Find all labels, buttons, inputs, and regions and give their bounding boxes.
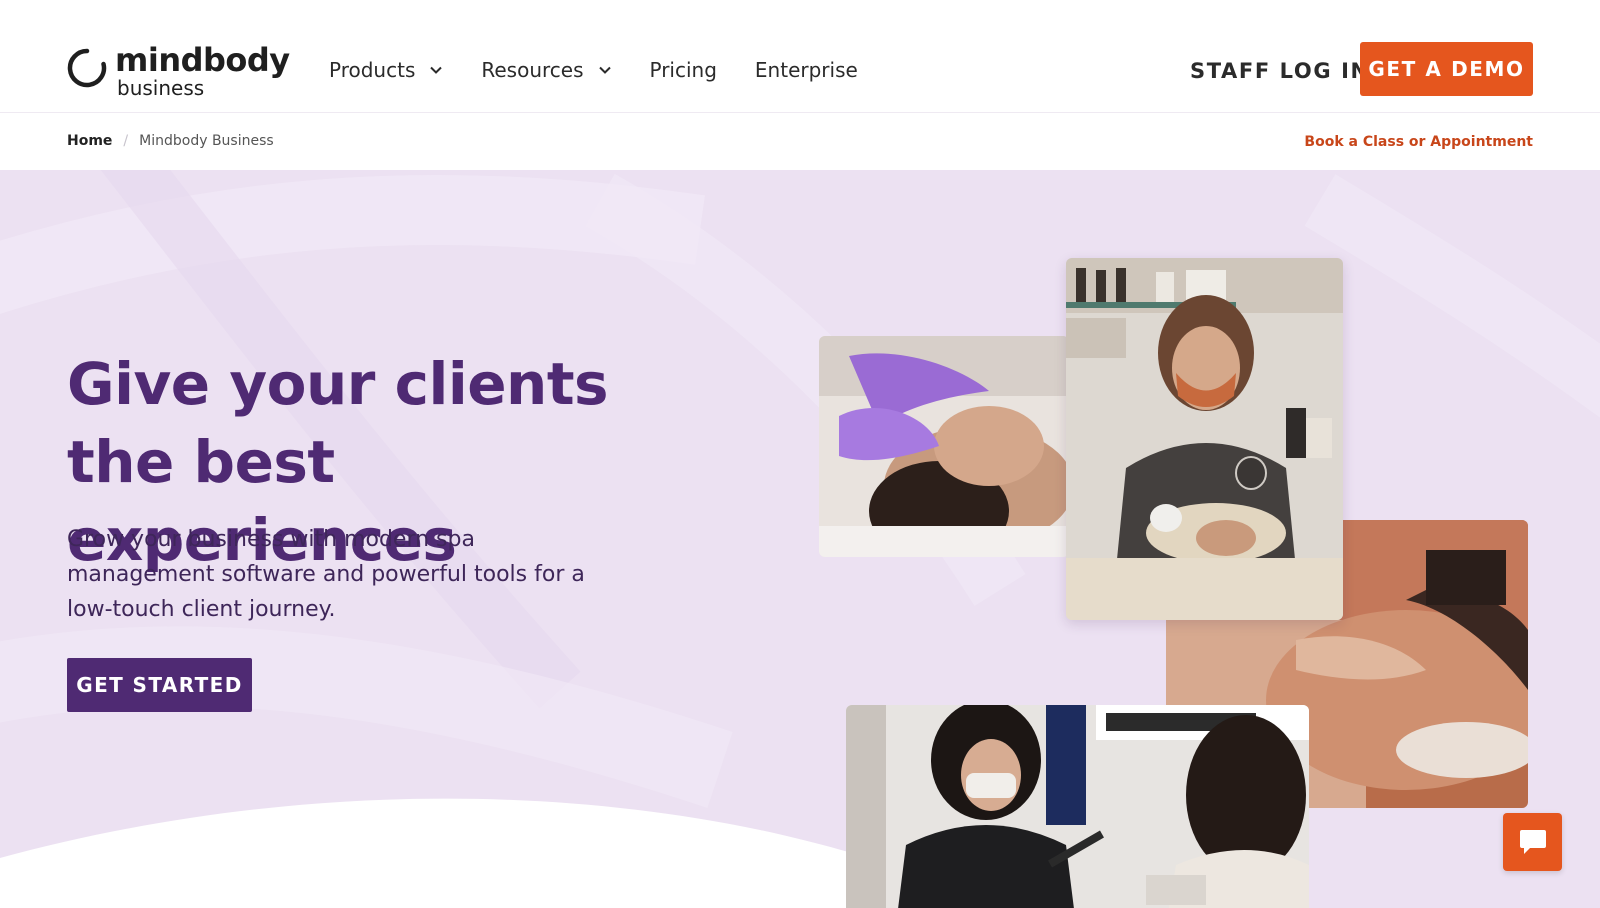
hero-subcopy: Grow your business with modern spa manag…	[67, 527, 585, 622]
logo-ring-icon	[67, 48, 107, 88]
breadcrumb-separator: /	[123, 133, 129, 149]
nav-enterprise-label: Enterprise	[754, 58, 858, 82]
chevron-down-icon	[430, 66, 443, 74]
logo-wordmark: mindbody	[115, 41, 290, 79]
get-started-button[interactable]: GET STARTED	[67, 658, 252, 712]
facial-treatment-photo	[819, 336, 1069, 557]
breadcrumb-bar: Home / Mindbody Business Book a Class or…	[0, 113, 1600, 170]
staff-login-link[interactable]: STAFF LOG IN	[1190, 57, 1370, 85]
site-header: mindbody business Products Resources Pri…	[0, 0, 1600, 113]
chat-bubble-icon	[1519, 830, 1546, 854]
nav-enterprise[interactable]: Enterprise	[755, 56, 858, 84]
chat-button[interactable]	[1503, 813, 1562, 871]
nail-technician-photo	[846, 705, 1309, 908]
nav-products-label: Products	[329, 58, 416, 82]
mindbody-logo[interactable]: mindbody business	[67, 42, 290, 100]
logo-subtitle: business	[117, 76, 205, 100]
hero-section: Give your clients the best experiences G…	[0, 170, 1600, 908]
nav-resources-label: Resources	[481, 58, 584, 82]
breadcrumb-home-link[interactable]: Home	[67, 133, 112, 149]
book-class-link[interactable]: Book a Class or Appointment	[1304, 134, 1533, 150]
nav-pricing-label: Pricing	[649, 58, 717, 82]
main-nav: Products Resources Pricing Enterprise	[329, 56, 896, 84]
breadcrumb: Home / Mindbody Business	[67, 133, 274, 149]
nav-products[interactable]: Products	[329, 56, 443, 84]
nav-pricing[interactable]: Pricing	[650, 56, 717, 84]
get-demo-button[interactable]: GET A DEMO	[1360, 42, 1533, 96]
breadcrumb-current: Mindbody Business	[139, 133, 274, 149]
chevron-down-icon	[598, 66, 611, 74]
nav-resources[interactable]: Resources	[481, 56, 611, 84]
esthetician-masked-photo	[1066, 258, 1343, 620]
